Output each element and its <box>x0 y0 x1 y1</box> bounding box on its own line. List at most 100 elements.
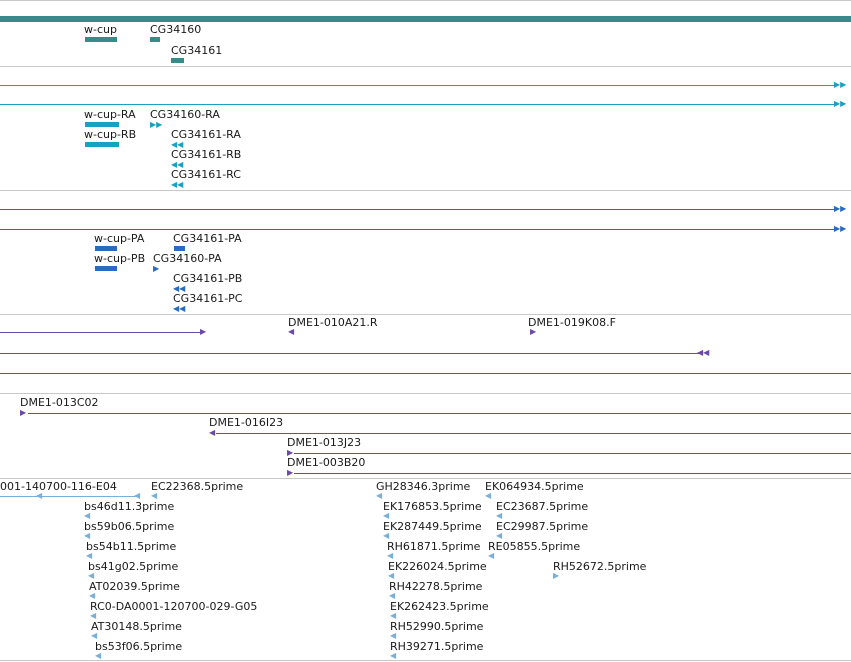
est-label[interactable]: EC22368.5prime <box>151 480 243 493</box>
bac-label[interactable]: DME1-010A21.R <box>288 316 378 329</box>
protein-label[interactable]: w-cup-PB <box>94 252 145 265</box>
protein-CG34161-PA[interactable] <box>174 246 185 251</box>
gene-track-bar <box>0 16 851 22</box>
arrow-right-icon: ▶▶ <box>834 224 847 233</box>
est-label[interactable]: EK287449.5prime <box>383 520 482 533</box>
arrow-left-icon[interactable]: ◀◀ <box>171 181 183 189</box>
arrow-right-icon: ▶ <box>287 468 294 477</box>
est-label[interactable]: GH28346.3prime <box>376 480 470 493</box>
est-label[interactable]: RC0-DA0001-120700-029-G05 <box>90 600 257 613</box>
arrow-right-icon[interactable]: ▶ <box>530 328 536 336</box>
protein-label[interactable]: CG34160-PA <box>153 252 222 265</box>
arrow-left-icon: ◀ <box>390 611 397 620</box>
protein-label[interactable]: w-cup-PA <box>94 232 144 245</box>
est-label[interactable]: bs46d11.3prime <box>84 500 174 513</box>
bac-label[interactable]: DME1-013J23 <box>287 436 361 449</box>
arrow-left-icon: ◀ <box>488 551 495 560</box>
arrow-left-icon: ◀ <box>36 491 43 500</box>
gene-CG34161[interactable] <box>171 58 184 63</box>
bac-label[interactable]: DME1-019K08.F <box>528 316 616 329</box>
arrow-left-icon: ◀ <box>388 571 395 580</box>
est-label[interactable]: RH61871.5prime <box>387 540 480 553</box>
est-label[interactable]: AT30148.5prime <box>91 620 182 633</box>
protein-w-cup-PB[interactable] <box>95 266 117 271</box>
bac-line[interactable] <box>0 353 700 354</box>
est-label[interactable]: 001-140700-116-E04 <box>0 480 117 493</box>
arrow-right-icon: ▶▶ <box>834 99 847 108</box>
bac-line[interactable] <box>0 373 851 374</box>
transcript-w-cup-RB[interactable] <box>85 142 119 147</box>
gene-label-w-cup[interactable]: w-cup <box>84 23 117 36</box>
protein-w-cup-PA[interactable] <box>95 246 117 251</box>
protein-line[interactable] <box>0 229 836 230</box>
arrow-left-icon: ◀ <box>387 551 394 560</box>
arrow-left-icon: ◀ <box>383 531 390 540</box>
arrow-left-icon: ◀ <box>134 491 141 500</box>
arrow-left-icon: ◀ <box>389 591 396 600</box>
bac-label[interactable]: DME1-003B20 <box>287 456 365 469</box>
transcript-label[interactable]: w-cup-RB <box>84 128 136 141</box>
divider <box>0 66 851 67</box>
arrow-left-icon: ◀ <box>376 491 383 500</box>
arrow-left-icon: ◀ <box>390 631 397 640</box>
arrow-left-icon: ◀ <box>91 631 98 640</box>
arrow-right-icon[interactable]: ▶▶ <box>150 121 162 129</box>
est-label[interactable]: RH52990.5prime <box>390 620 483 633</box>
est-label[interactable]: RE05855.5prime <box>488 540 580 553</box>
protein-line[interactable] <box>0 209 836 210</box>
protein-label[interactable]: CG34161-PA <box>173 232 242 245</box>
est-label[interactable]: EC23687.5prime <box>496 500 588 513</box>
bac-line[interactable] <box>0 332 202 333</box>
est-label[interactable]: bs59b06.5prime <box>84 520 174 533</box>
est-label[interactable]: RH42278.5prime <box>389 580 482 593</box>
est-label[interactable]: EK226024.5prime <box>388 560 487 573</box>
divider <box>0 393 851 394</box>
arrow-left-icon: ◀ <box>485 491 492 500</box>
est-label[interactable]: RH52672.5prime <box>553 560 646 573</box>
gene-w-cup[interactable] <box>85 37 117 42</box>
transcript-label[interactable]: w-cup-RA <box>84 108 136 121</box>
arrow-left-icon: ◀ <box>86 551 93 560</box>
transcript-w-cup-RA[interactable] <box>85 122 119 127</box>
arrow-left-icon: ◀ <box>84 511 91 520</box>
bac-label[interactable]: DME1-013C02 <box>20 396 99 409</box>
gene-label-CG34160[interactable]: CG34160 <box>150 23 201 36</box>
est-label[interactable]: bs41g02.5prime <box>88 560 178 573</box>
arrow-left-icon: ◀ <box>209 428 216 437</box>
est-label[interactable]: RH39271.5prime <box>390 640 483 653</box>
gene-CG34160[interactable] <box>150 37 160 42</box>
arrow-left-icon: ◀ <box>151 491 158 500</box>
arrow-right-icon[interactable]: ▶ <box>153 265 159 273</box>
est-label[interactable]: AT02039.5prime <box>89 580 180 593</box>
est-label[interactable]: bs54b11.5prime <box>86 540 176 553</box>
est-label[interactable]: EK064934.5prime <box>485 480 584 493</box>
divider <box>0 478 851 479</box>
est-line[interactable] <box>0 496 140 497</box>
arrow-left-icon: ◀ <box>390 651 397 660</box>
est-label[interactable]: EK176853.5prime <box>383 500 482 513</box>
arrow-left-icon[interactable]: ◀◀ <box>173 305 185 313</box>
gene-label-CG34161[interactable]: CG34161 <box>171 44 222 57</box>
transcript-line[interactable] <box>0 104 836 105</box>
bac-line[interactable] <box>294 473 851 474</box>
arrow-left-icon: ◀ <box>496 511 503 520</box>
arrow-right-icon: ▶▶ <box>834 204 847 213</box>
bac-line[interactable] <box>294 453 851 454</box>
arrow-right-icon: ▶ <box>200 327 207 336</box>
divider <box>0 0 851 1</box>
bac-line[interactable] <box>28 413 851 414</box>
bac-line[interactable] <box>216 433 851 434</box>
arrow-right-icon: ▶ <box>20 408 27 417</box>
transcript-line[interactable] <box>0 85 836 86</box>
est-label[interactable]: EK262423.5prime <box>390 600 489 613</box>
arrow-left-icon: ◀ <box>90 611 97 620</box>
arrow-left-icon: ◀ <box>95 651 102 660</box>
arrow-left-icon: ◀ <box>84 531 91 540</box>
est-label[interactable]: bs53f06.5prime <box>95 640 182 653</box>
bac-label[interactable]: DME1-016I23 <box>209 416 283 429</box>
arrow-left-icon: ◀◀ <box>697 348 710 357</box>
arrow-right-icon: ▶▶ <box>834 80 847 89</box>
est-label[interactable]: EC29987.5prime <box>496 520 588 533</box>
arrow-left-icon[interactable]: ◀ <box>288 328 294 336</box>
divider <box>0 314 851 315</box>
